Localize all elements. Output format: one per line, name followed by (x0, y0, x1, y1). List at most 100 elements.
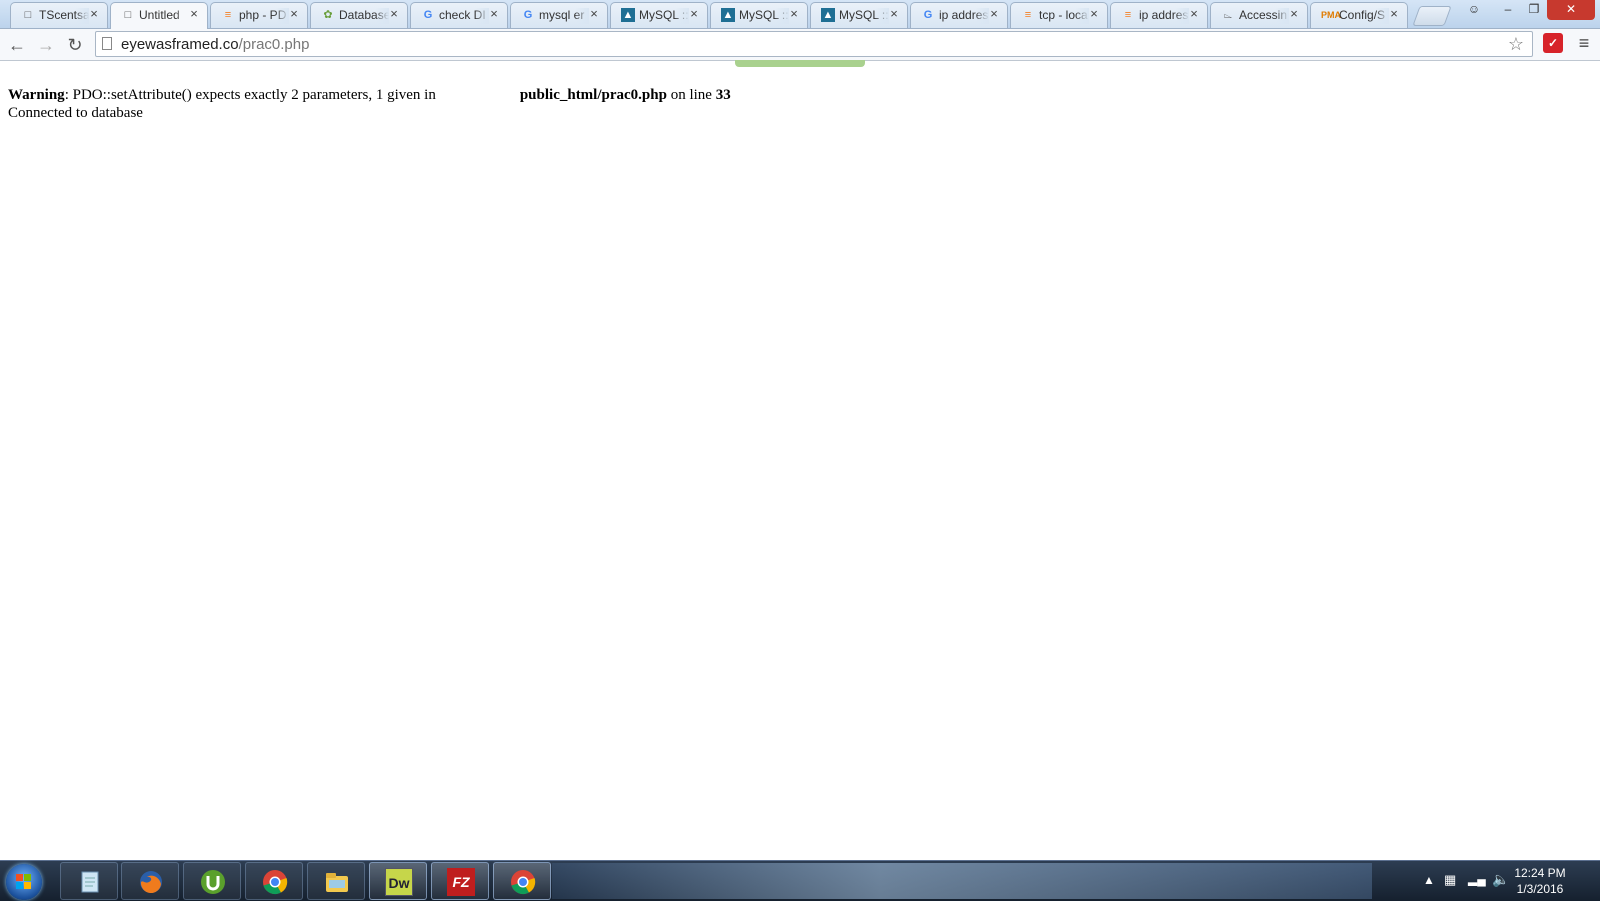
network-signal-icon[interactable]: ▂▄ (1468, 872, 1486, 886)
close-tab-icon[interactable]: × (1287, 7, 1301, 21)
close-tab-icon[interactable]: × (1387, 7, 1401, 21)
database-icon: ✿ (323, 9, 333, 21)
tab-10[interactable]: ≡ tcp - loca × (1010, 2, 1108, 28)
page-content: Warning: PDO::setAttribute() expects exa… (8, 86, 731, 122)
close-tab-icon[interactable]: × (687, 7, 701, 21)
taskbar-chrome-running[interactable] (493, 862, 551, 900)
clock-time: 12:24 PM (1514, 866, 1566, 880)
user-icon[interactable]: ☺ (1462, 0, 1486, 20)
back-button[interactable]: ← (5, 33, 29, 57)
reload-button[interactable]: ↻ (63, 33, 87, 57)
tab-2[interactable]: ≡ php - PD × (210, 2, 308, 28)
php-warning: Warning: PDO::setAttribute() expects exa… (8, 86, 731, 104)
warning-label: Warning (8, 87, 65, 103)
close-tab-icon[interactable]: × (87, 7, 101, 21)
tab-strip: □ TScentsa × □ Untitled × ≡ php - PD × ✿… (0, 0, 1600, 29)
status-line: Connected to database (8, 105, 143, 121)
taskbar-notepad[interactable] (60, 862, 118, 900)
new-tab-button[interactable] (1412, 6, 1452, 26)
phpmyadmin-icon: PMA (1321, 10, 1341, 20)
tab-title: mysql er (539, 8, 589, 24)
forward-button[interactable]: → (34, 33, 58, 57)
tab-12[interactable]: ⌳ Accessin × (1210, 2, 1308, 28)
google-icon: G (423, 9, 433, 21)
firefox-icon (140, 871, 162, 894)
tab-title: Config/S (1339, 8, 1389, 24)
stackoverflow-icon: ≡ (1024, 9, 1032, 21)
stackoverflow-icon: ≡ (224, 9, 232, 21)
tab-title: MySQL :: (839, 8, 889, 24)
address-url[interactable]: eyewasframed.co/prac0.php (121, 36, 309, 53)
close-tab-icon[interactable]: × (987, 7, 1001, 21)
tab-title: MySQL :: (739, 8, 789, 24)
close-tab-icon[interactable]: × (1187, 7, 1201, 21)
minimize-button[interactable]: – (1495, 0, 1521, 20)
taskbar-firefox[interactable] (121, 862, 179, 900)
tab-title: check DI (439, 8, 489, 24)
start-button[interactable] (6, 864, 42, 900)
menu-icon[interactable]: ≡ (1574, 32, 1594, 54)
tab-11[interactable]: ≡ ip addres × (1110, 2, 1208, 28)
tab-8[interactable]: ▲ MySQL :: × (810, 2, 908, 28)
taskbar-empty-area (552, 863, 1372, 899)
tab-title: php - PD (239, 8, 289, 24)
taskbar-utorrent[interactable] (183, 862, 241, 900)
address-bar[interactable]: eyewasframed.co/prac0.php ☆ (95, 31, 1533, 57)
mysql-icon: ▲ (621, 8, 635, 22)
system-clock[interactable]: 12:24 PM 1/3/2016 (1500, 865, 1580, 897)
tab-title: ip addres (939, 8, 989, 24)
close-tab-icon[interactable]: × (387, 7, 401, 21)
page-icon: □ (124, 9, 132, 21)
close-tab-icon[interactable]: × (887, 7, 901, 21)
close-tab-icon[interactable]: × (287, 7, 301, 21)
tab-0[interactable]: □ TScentsa × (10, 2, 108, 28)
tab-1[interactable]: □ Untitled × (110, 2, 208, 29)
warning-on-line: on line (666, 87, 716, 103)
tab-title: ip addres (1139, 8, 1189, 24)
folder-icon (326, 873, 348, 892)
tab-title: TScentsa (39, 8, 89, 24)
tab-6[interactable]: ▲ MySQL :: × (610, 2, 708, 28)
taskbar: Dw FZ ▲ ▦ ▂▄ 🔈 12:24 PM 1/3/2016 (0, 860, 1600, 901)
google-icon: G (923, 9, 933, 21)
taskbar-dreamweaver[interactable]: Dw (369, 862, 427, 900)
page-icon: □ (24, 9, 32, 21)
close-tab-icon[interactable]: × (487, 7, 501, 21)
warning-file-path: public_html/prac0.php (519, 87, 667, 103)
chrome-icon (511, 870, 536, 895)
restore-button[interactable]: ❐ (1521, 0, 1547, 20)
address-host: eyewasframed.co (121, 36, 239, 53)
close-window-button[interactable]: ✕ (1547, 0, 1595, 20)
chrome-icon (263, 870, 288, 895)
close-tab-icon[interactable]: × (587, 7, 601, 21)
tab-5[interactable]: G mysql er × (510, 2, 608, 28)
tab-4[interactable]: G check DI × (410, 2, 508, 28)
windows-flag-icon[interactable]: ▦ (1444, 872, 1456, 888)
bookmark-star-icon[interactable]: ☆ (1508, 34, 1524, 55)
taskbar-file-explorer[interactable] (307, 862, 365, 900)
taskbar-filezilla[interactable]: FZ (431, 862, 489, 900)
dreamweaver-icon: Dw (385, 868, 413, 896)
tab-3[interactable]: ✿ Database × (310, 2, 408, 28)
mysql-icon: ▲ (721, 8, 735, 22)
address-path: /prac0.php (238, 36, 310, 53)
windows-logo-icon (16, 874, 32, 890)
stackoverflow-icon: ≡ (1124, 9, 1132, 21)
show-hidden-icons-icon[interactable]: ▲ (1423, 873, 1435, 887)
tab-9[interactable]: G ip addres × (910, 2, 1008, 28)
extension-icon[interactable]: ✓ (1543, 33, 1563, 53)
clock-date: 1/3/2016 (1516, 882, 1564, 896)
close-tab-icon[interactable]: × (187, 7, 201, 21)
tab-7[interactable]: ▲ MySQL :: × (710, 2, 808, 28)
close-tab-icon[interactable]: × (1087, 7, 1101, 21)
google-icon: G (523, 9, 533, 21)
tab-13[interactable]: PMA Config/S × (1310, 2, 1408, 28)
taskbar-chrome[interactable] (245, 862, 303, 900)
tab-title: tcp - loca (1039, 8, 1089, 24)
notepad-icon (81, 871, 99, 893)
tab-title: Untitled (139, 8, 189, 24)
mysql-icon: ▲ (821, 8, 835, 22)
browser-toolbar: ← → ↻ eyewasframed.co/prac0.php ☆ ✓ ≡ (0, 29, 1600, 61)
loading-indicator (735, 60, 865, 67)
close-tab-icon[interactable]: × (787, 7, 801, 21)
